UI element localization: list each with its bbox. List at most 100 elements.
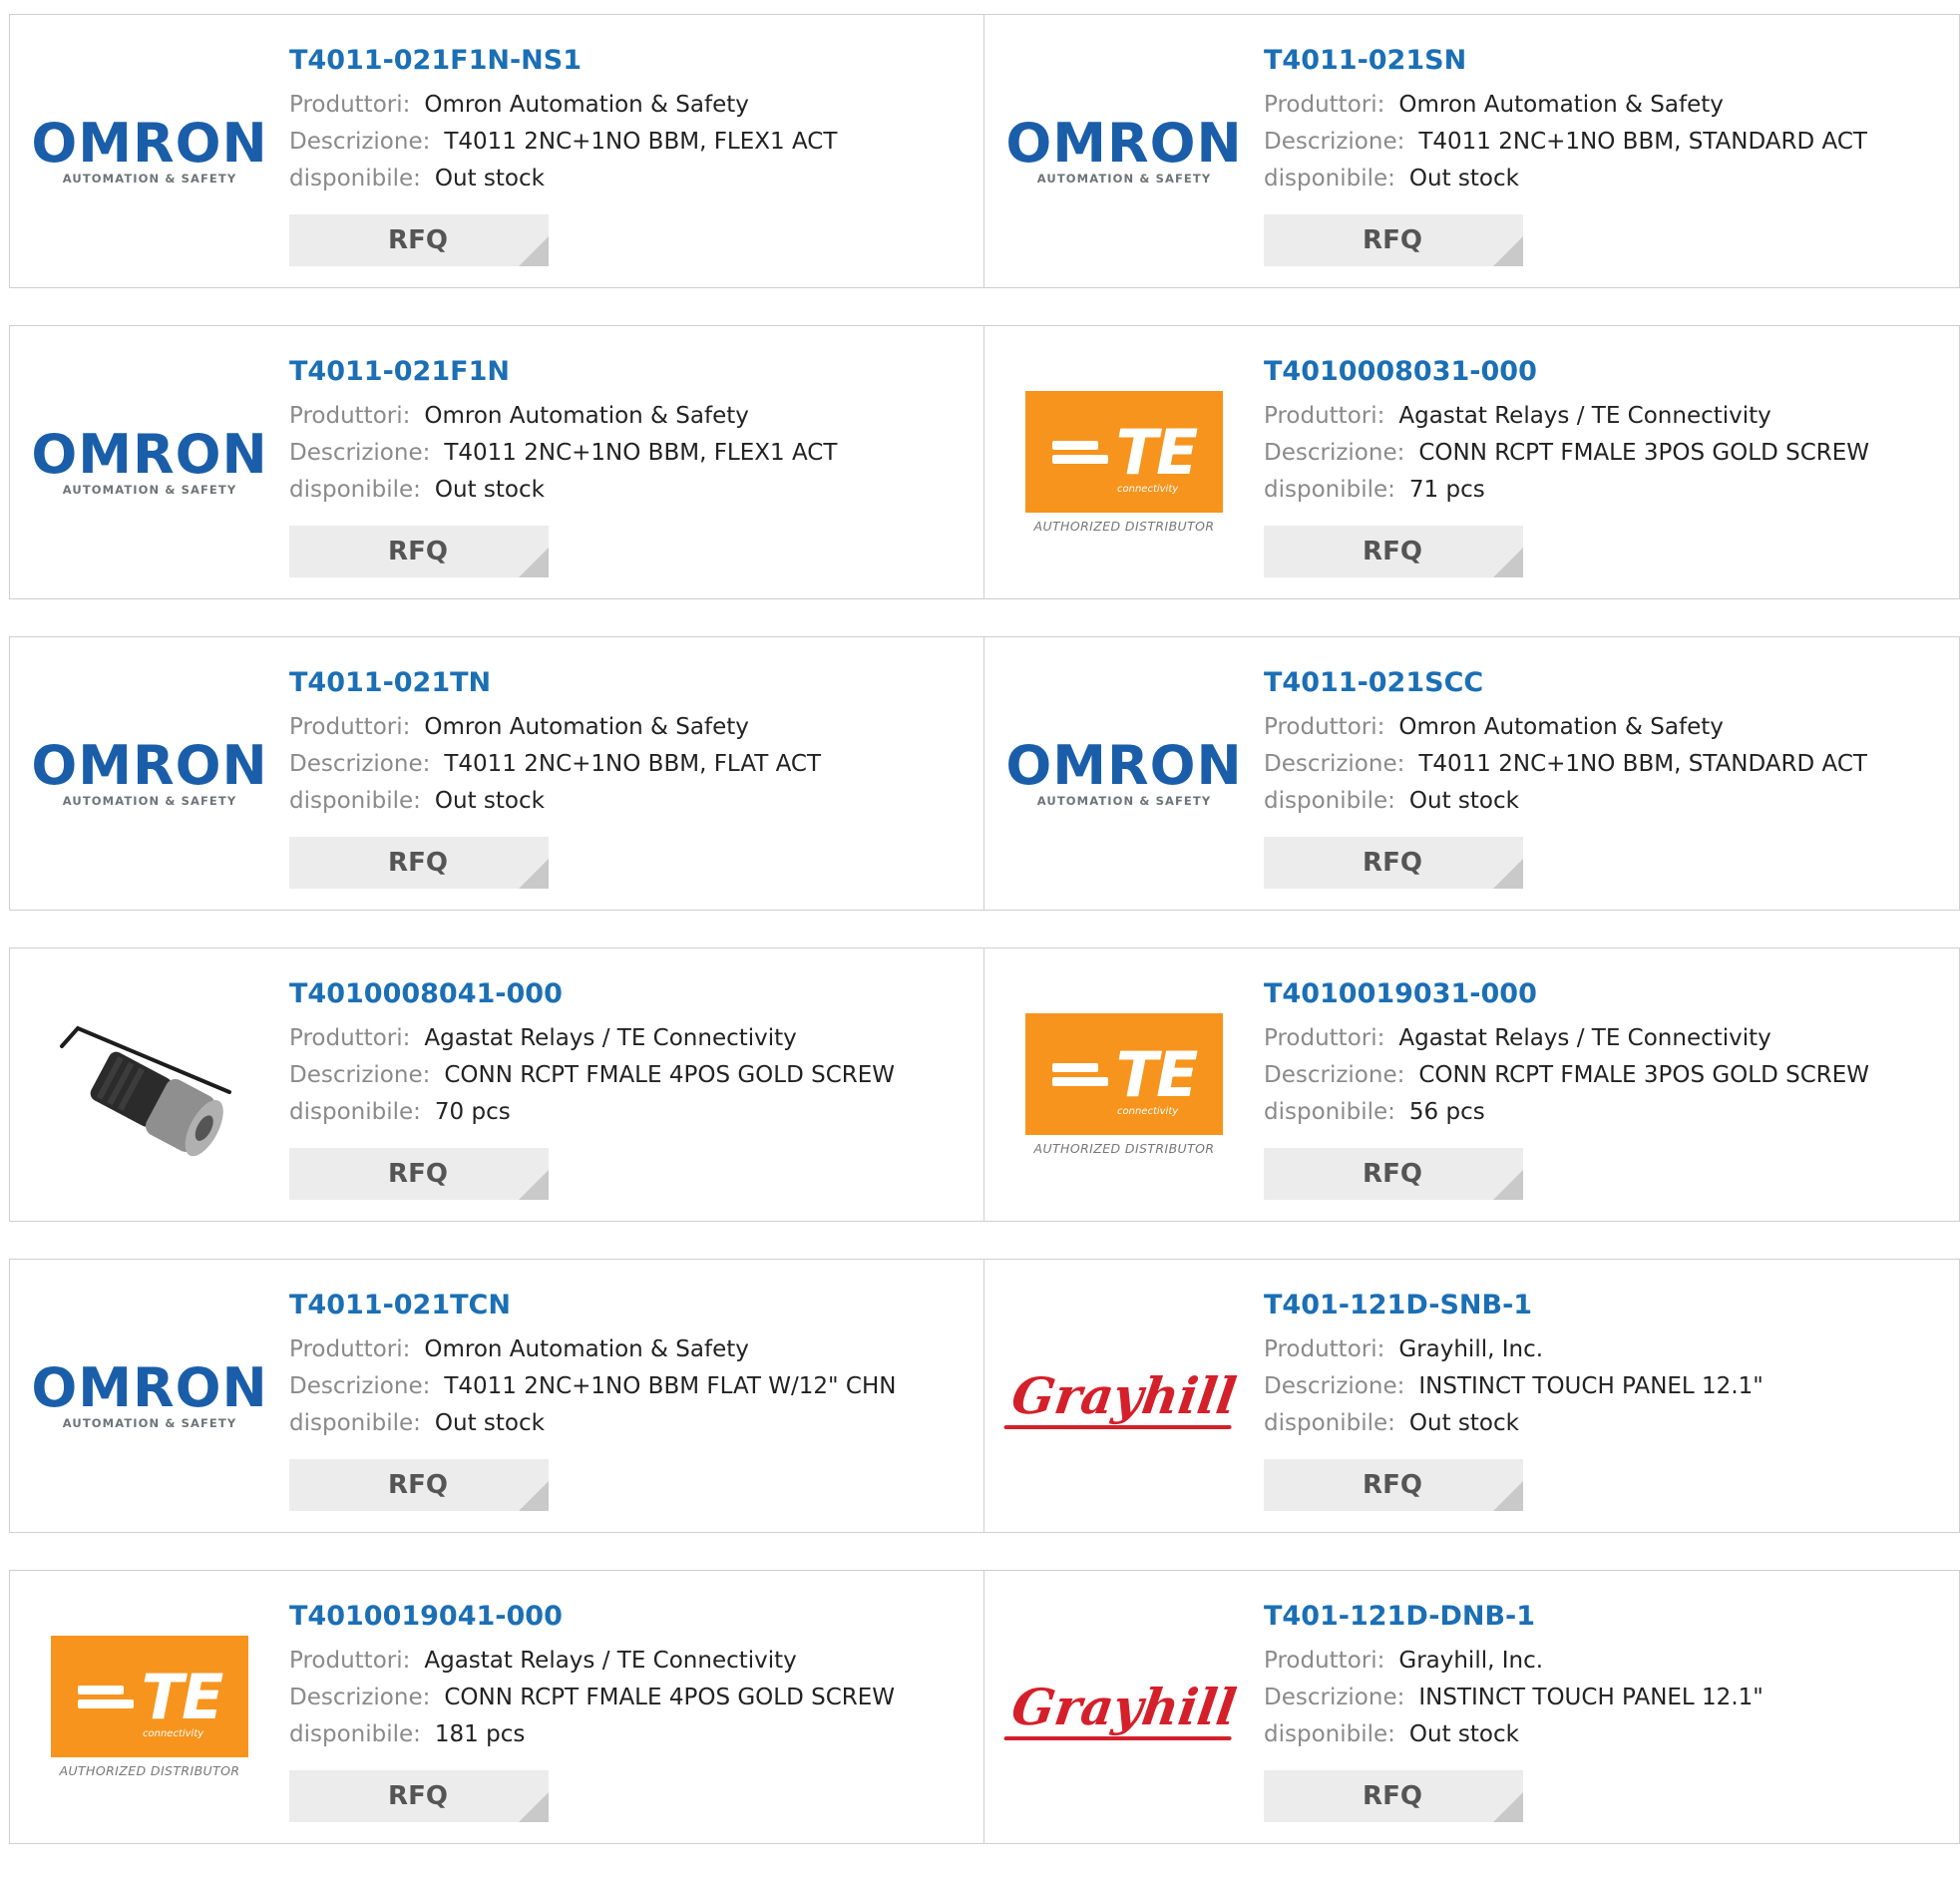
description-label: Descrizione: — [1264, 751, 1405, 777]
producer-label: Produttori: — [289, 1648, 411, 1674]
omron-logo: OMRON AUTOMATION & SAFETY — [1005, 738, 1242, 808]
rfq-button[interactable]: RFQ — [1264, 526, 1523, 577]
te-logo-word: TE — [1115, 415, 1199, 489]
omron-logo-word: OMRON — [1005, 111, 1243, 175]
producer-label: Produttori: — [1264, 1025, 1385, 1051]
rfq-button[interactable]: RFQ — [1264, 1770, 1523, 1822]
description-label: Descrizione: — [289, 751, 431, 777]
description-line: Descrizione: T4011 2NC+1NO BBM, FLEX1 ACT — [289, 435, 974, 472]
corner-triangle-icon — [1493, 859, 1523, 889]
producer-label: Produttori: — [289, 92, 411, 118]
part-number-link[interactable]: T4010008031-000 — [1264, 354, 1949, 390]
description-value: CONN RCPT FMALE 4POS GOLD SCREW — [444, 1062, 896, 1088]
part-number-link[interactable]: T4010019041-000 — [289, 1599, 974, 1635]
rfq-button[interactable]: RFQ — [289, 214, 549, 266]
part-number-link[interactable]: T4011-021F1N-NS1 — [289, 43, 974, 79]
rfq-button-label: RFQ — [388, 1781, 448, 1811]
availability-value: 71 pcs — [1408, 477, 1485, 503]
product-info: T4010008031-000 Produttori: Agastat Relays… — [1264, 354, 1949, 509]
corner-triangle-icon — [1493, 236, 1523, 266]
omron-logo-word: OMRON — [31, 733, 268, 797]
description-value: CONN RCPT FMALE 3POS GOLD SCREW — [1418, 440, 1870, 466]
availability-line: disponibile: Out stock — [1264, 783, 1949, 820]
omron-logo-subtitle: AUTOMATION & SAFETY — [62, 171, 237, 186]
availability-line: disponibile: 56 pcs — [1264, 1094, 1949, 1131]
omron-logo: OMRON AUTOMATION & SAFETY — [31, 733, 268, 808]
part-number-link[interactable]: T4010019031-000 — [1264, 976, 1949, 1012]
omron-logo-subtitle: AUTOMATION & SAFETY — [1036, 793, 1212, 808]
part-number-link[interactable]: T401-121D-DNB-1 — [1264, 1599, 1949, 1635]
omron-logo: OMRON AUTOMATION & SAFETY — [31, 427, 267, 497]
rfq-button-label: RFQ — [388, 537, 448, 566]
description-label: Descrizione: — [289, 1373, 431, 1399]
rfq-button[interactable]: RFQ — [289, 1459, 549, 1511]
description-line: Descrizione: INSTINCT TOUCH PANEL 12.1" — [1264, 1680, 1949, 1716]
product-row: OMRON AUTOMATION & SAFETY T4011-021TN Pro… — [9, 636, 1960, 911]
rfq-button[interactable]: RFQ — [1264, 214, 1523, 266]
producer-line: Produttori: Agastat Relays / TE Connectiv… — [1264, 398, 1949, 435]
omron-logo: OMRON AUTOMATION & SAFETY — [1005, 111, 1243, 186]
product-card: OMRON AUTOMATION & SAFETY T4011-021TCN Pr… — [9, 1259, 984, 1533]
availability-label: disponibile: — [1264, 788, 1395, 814]
availability-line: disponibile: 70 pcs — [289, 1094, 974, 1131]
manufacturer-logo: OMRON AUTOMATION & SAFETY — [1005, 72, 1241, 231]
availability-line: disponibile: Out stock — [289, 1405, 974, 1442]
availability-value: Out stock — [434, 788, 545, 814]
omron-logo-word: OMRON — [31, 111, 268, 175]
manufacturer-logo: OMRON AUTOMATION & SAFETY — [31, 383, 266, 543]
description-label: Descrizione: — [289, 1685, 431, 1710]
manufacturer-logo: TE connectivity AUTHORIZED DISTRIBUTOR — [1024, 383, 1224, 543]
availability-label: disponibile: — [1264, 166, 1395, 191]
description-value: T4011 2NC+1NO BBM, FLAT ACT — [444, 751, 822, 777]
description-line: Descrizione: T4011 2NC+1NO BBM, STANDARD … — [1264, 746, 1949, 783]
rfq-button-label: RFQ — [1363, 225, 1422, 255]
producer-label: Produttori: — [1264, 1648, 1385, 1674]
producer-value: Omron Automation & Safety — [424, 92, 749, 118]
rfq-button[interactable]: RFQ — [1264, 1459, 1523, 1511]
description-line: Descrizione: CONN RCPT FMALE 3POS GOLD SC… — [1264, 1057, 1949, 1094]
rfq-button-label: RFQ — [1363, 1470, 1422, 1500]
rfq-button[interactable]: RFQ — [289, 1148, 549, 1200]
rfq-button[interactable]: RFQ — [289, 837, 549, 889]
producer-line: Produttori: Omron Automation & Safety — [289, 398, 974, 435]
producer-value: Omron Automation & Safety — [424, 1336, 749, 1362]
manufacturer-logo: Grayhill — [1003, 1317, 1240, 1476]
product-card: OMRON AUTOMATION & SAFETY T4011-021SCC Pr… — [984, 636, 1960, 911]
availability-value: Out stock — [1408, 1410, 1519, 1436]
part-number-link[interactable]: T4010008041-000 — [289, 976, 974, 1012]
availability-value: Out stock — [434, 1410, 545, 1436]
part-number-link[interactable]: T4011-021SCC — [1264, 665, 1949, 701]
rfq-button[interactable]: RFQ — [289, 526, 549, 577]
availability-line: disponibile: 71 pcs — [1264, 472, 1949, 509]
part-number-link[interactable]: T4011-021TN — [289, 665, 974, 701]
corner-triangle-icon — [1493, 1792, 1523, 1822]
corner-triangle-icon — [519, 236, 549, 266]
corner-triangle-icon — [519, 548, 549, 577]
product-info: T4011-021F1N Produttori: Omron Automation … — [289, 354, 974, 509]
part-number-link[interactable]: T4011-021TCN — [289, 1288, 974, 1323]
rfq-button[interactable]: RFQ — [1264, 837, 1523, 889]
te-logo-connectivity: connectivity — [143, 1728, 204, 1739]
part-number-link[interactable]: T4011-021SN — [1264, 43, 1949, 79]
availability-value: Out stock — [1408, 788, 1519, 814]
availability-label: disponibile: — [289, 477, 421, 503]
description-value: T4011 2NC+1NO BBM, FLEX1 ACT — [444, 440, 838, 466]
rfq-button-label: RFQ — [1363, 1159, 1422, 1189]
product-row: OMRON AUTOMATION & SAFETY T4011-021TCN Pr… — [9, 1259, 1960, 1533]
producer-value: Agastat Relays / TE Connectivity — [1398, 403, 1771, 429]
product-info: T4011-021SN Produttori: Omron Automation &… — [1264, 43, 1949, 197]
omron-logo: OMRON AUTOMATION & SAFETY — [31, 1360, 267, 1430]
producer-value: Agastat Relays / TE Connectivity — [424, 1648, 797, 1674]
product-card: TE connectivity AUTHORIZED DISTRIBUTOR T… — [984, 947, 1960, 1222]
part-number-link[interactable]: T401-121D-SNB-1 — [1264, 1288, 1949, 1323]
availability-value: Out stock — [434, 166, 545, 191]
product-card: OMRON AUTOMATION & SAFETY T4011-021F1N Pr… — [9, 325, 984, 599]
producer-value: Omron Automation & Safety — [1398, 714, 1724, 740]
rfq-button[interactable]: RFQ — [289, 1770, 549, 1822]
availability-label: disponibile: — [1264, 477, 1395, 503]
omron-logo-subtitle: AUTOMATION & SAFETY — [62, 482, 237, 497]
producer-line: Produttori: Agastat Relays / TE Connectiv… — [289, 1643, 974, 1680]
rfq-button[interactable]: RFQ — [1264, 1148, 1523, 1200]
description-line: Descrizione: T4011 2NC+1NO BBM FLAT W/12"… — [289, 1368, 974, 1405]
part-number-link[interactable]: T4011-021F1N — [289, 354, 974, 390]
